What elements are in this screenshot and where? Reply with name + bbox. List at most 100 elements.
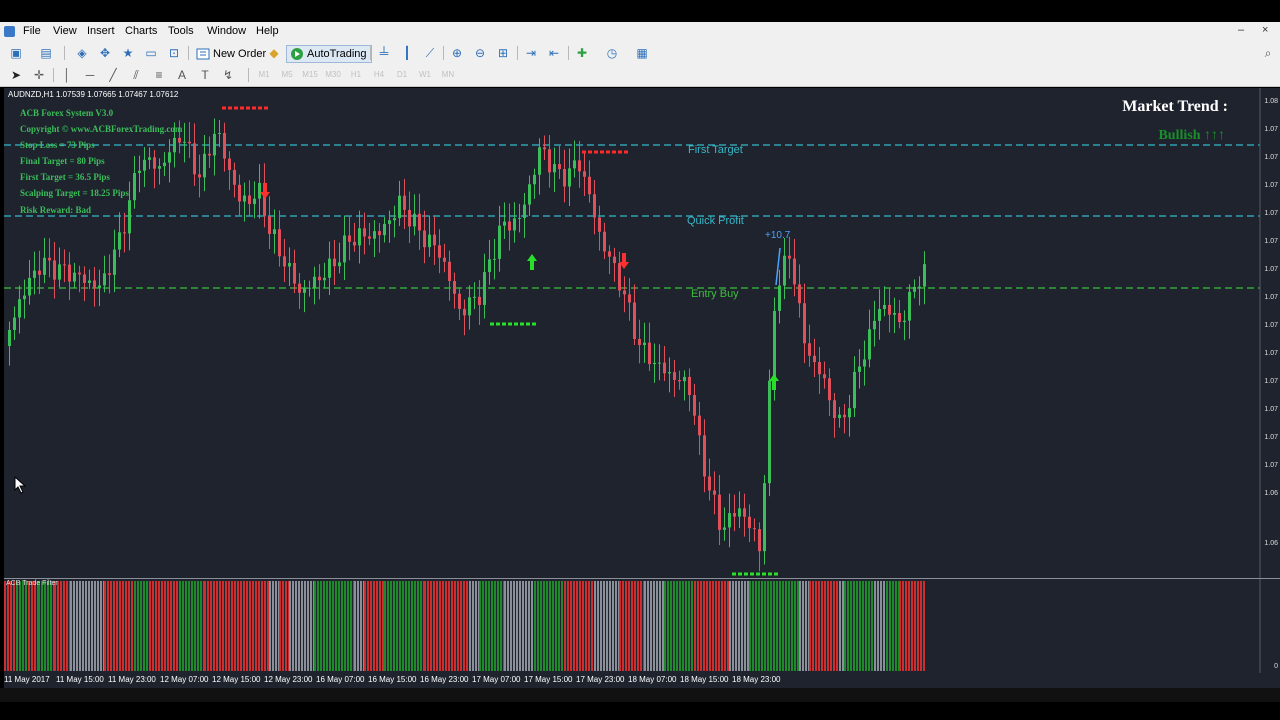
filter-bar (188, 581, 190, 671)
filter-bar (411, 581, 413, 671)
candle-body (483, 272, 486, 305)
chart-shift-icon[interactable]: ⇤ (546, 45, 562, 61)
templates-icon[interactable]: ▦ (634, 45, 650, 61)
candle-body (213, 133, 216, 156)
period-d1-icon[interactable]: D1 (394, 67, 410, 83)
app-icon (4, 26, 15, 37)
tile-windows-icon[interactable]: ⊞ (495, 45, 511, 61)
filter-bar (182, 581, 184, 671)
candle-body (653, 362, 656, 365)
filter-bar (143, 581, 145, 671)
candle-body (268, 216, 271, 235)
time-label: 11 May 23:00 (108, 675, 156, 684)
filter-bar (920, 581, 922, 671)
price-label: 1.07 (1264, 434, 1278, 441)
new-order-button[interactable]: New Order (192, 45, 271, 63)
strategy-tester-icon[interactable]: ⊡ (166, 45, 182, 61)
periods-icon[interactable]: ◷ (604, 45, 620, 61)
close-button[interactable]: × (1262, 24, 1268, 36)
menu-view[interactable]: View (53, 25, 77, 37)
filter-bar (448, 581, 450, 671)
filter-bar (354, 581, 356, 671)
fibonacci-icon[interactable]: ≡ (151, 67, 167, 83)
candlestick-icon[interactable]: ┃ (399, 45, 415, 61)
market-watch-icon[interactable]: ◈ (74, 45, 90, 61)
text-label-icon[interactable]: T (197, 67, 213, 83)
horizontal-line-icon[interactable]: ─ (82, 67, 98, 83)
search-icon[interactable]: ⌕ (1260, 45, 1276, 61)
filter-bar (472, 581, 474, 671)
cursor-tool-icon[interactable]: ➤ (8, 67, 24, 83)
trade-filter-canvas (4, 579, 1261, 674)
candle-body (603, 231, 606, 252)
autoscroll-icon[interactable]: ⇥ (523, 45, 539, 61)
filter-bar (525, 581, 527, 671)
period-m5-icon[interactable]: M5 (279, 67, 295, 83)
time-label: 17 May 15:00 (524, 675, 573, 684)
new-chart-icon[interactable]: ▣ (8, 45, 24, 61)
period-h1-icon[interactable]: H1 (348, 67, 364, 83)
period-h4-icon[interactable]: H4 (371, 67, 387, 83)
price-chart[interactable]: AUDNZD,H1 1.07539 1.07665 1.07467 1.0761… (4, 88, 1280, 578)
filter-bar (376, 581, 378, 671)
data-window-icon[interactable]: ✥ (97, 45, 113, 61)
toolbar-separator (248, 68, 249, 82)
candle-body (493, 258, 496, 260)
filter-bar (445, 581, 447, 671)
filter-bar (246, 581, 248, 671)
vertical-line-icon[interactable]: │ (59, 67, 75, 83)
info-risk-reward: Risk Reward: Bad (20, 205, 92, 215)
filter-bar (137, 581, 139, 671)
menu-window[interactable]: Window (207, 25, 246, 37)
filter-bar (892, 581, 894, 671)
line-chart-icon[interactable]: ⟋ (422, 45, 438, 61)
price-chart-canvas (4, 88, 1261, 578)
candle-body (508, 221, 511, 231)
filter-bar (673, 581, 675, 671)
candle-body (748, 516, 751, 529)
period-m30-icon[interactable]: M30 (325, 67, 341, 83)
filter-bar (579, 581, 581, 671)
zoom-in-icon[interactable]: ⊕ (449, 45, 465, 61)
trendline-icon[interactable]: ╱ (105, 67, 121, 83)
candle-body (313, 276, 316, 288)
meta-editor-icon[interactable]: ◆ (266, 45, 282, 61)
filter-bar (140, 581, 142, 671)
trade-filter-indicator[interactable]: ACB Trade Filter 0 (4, 578, 1280, 674)
period-w1-icon[interactable]: W1 (417, 67, 433, 83)
autotrading-button[interactable]: AutoTrading (286, 45, 372, 63)
terminal-icon[interactable]: ▭ (143, 45, 159, 61)
candle-body (723, 527, 726, 530)
candle-body (543, 147, 546, 150)
filter-bar (797, 581, 799, 671)
text-tool-icon[interactable]: A (174, 67, 190, 83)
filter-bar (682, 581, 684, 671)
zoom-out-icon[interactable]: ⊖ (472, 45, 488, 61)
channel-icon[interactable]: ⫽ (128, 67, 144, 83)
filter-bar (588, 581, 590, 671)
period-m15-icon[interactable]: M15 (302, 67, 318, 83)
menu-help[interactable]: Help (256, 25, 279, 37)
filter-bar (44, 581, 46, 671)
filter-bars-group (4, 581, 925, 671)
minimize-button[interactable]: – (1238, 24, 1244, 36)
menu-file[interactable]: File (23, 25, 41, 37)
profiles-icon[interactable]: ▤ (38, 45, 54, 61)
arrows-icon[interactable]: ↯ (220, 67, 236, 83)
menu-insert[interactable]: Insert (87, 25, 115, 37)
candle-body (608, 251, 611, 257)
crosshair-icon[interactable]: ✛ (31, 67, 47, 83)
candle-body (193, 143, 196, 175)
filter-bar (326, 581, 328, 671)
candle-body (343, 235, 346, 263)
filter-bar (34, 581, 36, 671)
navigator-icon[interactable]: ★ (120, 45, 136, 61)
period-mn-icon[interactable]: MN (440, 67, 456, 83)
menu-charts[interactable]: Charts (125, 25, 157, 37)
menu-tools[interactable]: Tools (168, 25, 194, 37)
period-m1-icon[interactable]: M1 (256, 67, 272, 83)
indicators-icon[interactable]: ✚ (574, 45, 590, 61)
bar-chart-icon[interactable]: ╧ (376, 45, 392, 61)
candle-body (598, 217, 601, 232)
filter-bar (856, 581, 858, 671)
